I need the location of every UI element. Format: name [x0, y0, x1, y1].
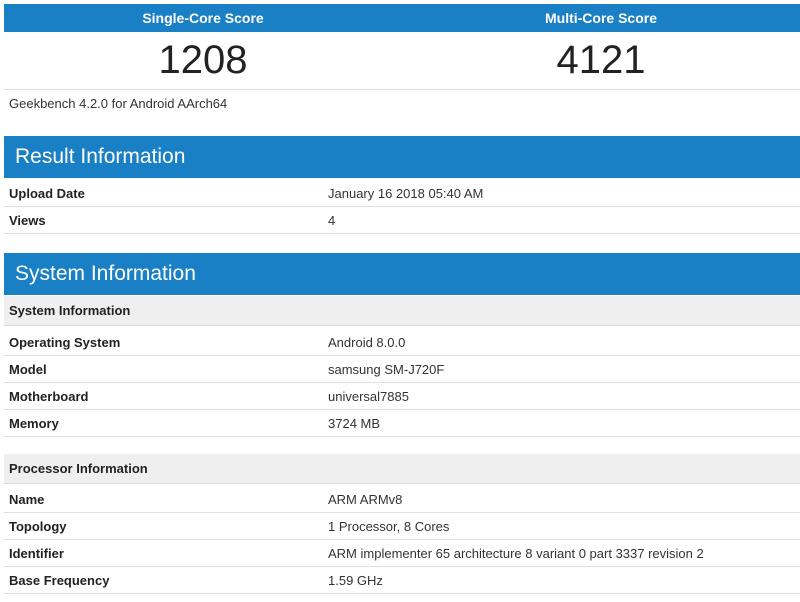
table-row: Memory 3724 MB — [4, 410, 800, 437]
row-value: Android 8.0.0 — [328, 334, 406, 350]
scores-row: 1208 4121 — [4, 32, 800, 90]
row-key: Topology — [9, 518, 67, 534]
table-row: Topology 1 Processor, 8 Cores — [4, 513, 800, 540]
row-value: 3724 MB — [328, 415, 381, 431]
row-key: Model — [9, 361, 47, 377]
table-row: Base Frequency 1.59 GHz — [4, 567, 800, 594]
system-info-subheader: System Information — [4, 296, 800, 326]
single-core-label: Single-Core Score — [142, 10, 264, 26]
multi-core-score: 4121 — [556, 38, 646, 82]
table-row: Motherboard universal7885 — [4, 383, 800, 410]
benchmark-version: Geekbench 4.2.0 for Android AArch64 — [9, 96, 228, 111]
row-key: Base Frequency — [9, 572, 110, 588]
scores-header: Single-Core Score Multi-Core Score — [4, 4, 800, 32]
result-information-header: Result Information — [4, 136, 800, 178]
row-value: universal7885 — [328, 388, 409, 404]
row-value: 1.59 GHz — [328, 572, 383, 588]
single-core-score: 1208 — [158, 38, 248, 82]
table-row: Identifier ARM implementer 65 architectu… — [4, 540, 800, 567]
table-row: Views 4 — [4, 207, 800, 234]
row-key: Upload Date — [9, 185, 85, 201]
row-key: Identifier — [9, 545, 64, 561]
table-row: Upload Date January 16 2018 05:40 AM — [4, 180, 800, 207]
row-value: samsung SM-J720F — [328, 361, 445, 377]
system-information-header: System Information — [4, 253, 800, 295]
row-key: Name — [9, 491, 45, 507]
row-value: 1 Processor, 8 Cores — [328, 518, 450, 534]
table-row: Model samsung SM-J720F — [4, 356, 800, 383]
table-row: Operating System Android 8.0.0 — [4, 329, 800, 356]
row-value: ARM ARMv8 — [328, 491, 403, 507]
row-value: ARM implementer 65 architecture 8 varian… — [328, 545, 704, 561]
row-value: January 16 2018 05:40 AM — [328, 185, 484, 201]
row-key: Views — [9, 212, 46, 228]
row-key: Motherboard — [9, 388, 89, 404]
row-key: Memory — [9, 415, 59, 431]
row-value: 4 — [328, 212, 336, 228]
multi-core-label: Multi-Core Score — [544, 10, 657, 26]
processor-info-subheader: Processor Information — [4, 454, 800, 484]
table-row: Name ARM ARMv8 — [4, 486, 800, 513]
row-key: Operating System — [9, 334, 121, 350]
